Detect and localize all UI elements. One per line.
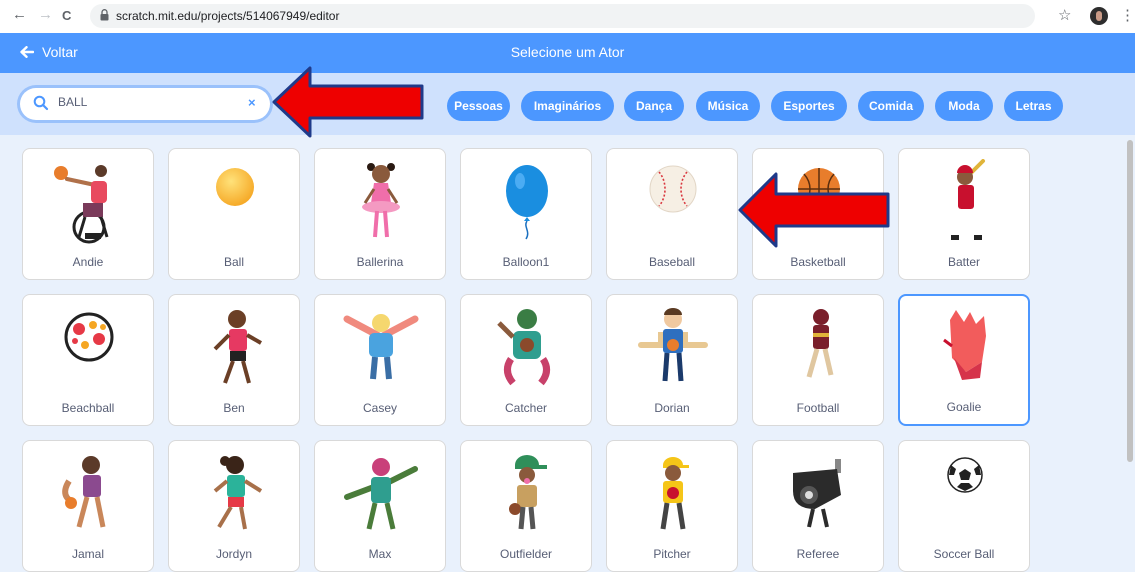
sprite-name: Ball: [223, 255, 244, 269]
sprite-tile-batter[interactable]: Batter: [898, 148, 1030, 280]
category-musica[interactable]: Música: [696, 91, 760, 121]
browser-toolbar: ← → C scratch.mit.edu/projects/514067949…: [0, 0, 1135, 34]
sprite-name: Football: [796, 401, 840, 415]
sprite-name: Pitcher: [653, 547, 691, 561]
sprite-tile-max[interactable]: Max: [314, 440, 446, 572]
sprite-name: Balloon1: [502, 255, 550, 269]
balloon-sprite-image: [506, 165, 548, 240]
sprite-name: Dorian: [654, 401, 690, 415]
sprite-name: Ben: [223, 401, 245, 415]
dorian-sprite-image: [638, 308, 708, 382]
jamal-sprite-image: [62, 456, 106, 528]
sprite-grid: Andie Ball Ballerina Balloon1 Baseball B…: [0, 135, 1135, 572]
sprite-tile-pitcher[interactable]: Pitcher: [606, 440, 738, 572]
sprite-name: Batter: [947, 255, 980, 269]
sprite-name: Referee: [796, 547, 840, 561]
sprite-tile-andie[interactable]: Andie: [22, 148, 154, 280]
address-bar-url: scratch.mit.edu/projects/514067949/edito…: [116, 9, 340, 23]
category-moda[interactable]: Moda: [935, 91, 993, 121]
sprite-tile-jamal[interactable]: Jamal: [22, 440, 154, 572]
profile-avatar[interactable]: [1090, 7, 1108, 25]
search-icon: [33, 95, 49, 111]
beachball-sprite-image: [64, 312, 114, 362]
sprite-tile-beachball[interactable]: Beachball: [22, 294, 154, 426]
batter-sprite-image: [951, 159, 985, 240]
ballerina-sprite-image: [362, 163, 400, 238]
browser-back-button[interactable]: ←: [12, 6, 27, 23]
category-imaginarios[interactable]: Imaginários: [521, 91, 614, 121]
sprite-name: Baseball: [648, 255, 696, 269]
category-pessoas[interactable]: Pessoas: [447, 91, 510, 121]
catcher-sprite-image: [497, 309, 550, 386]
page-title: Selecione um Ator: [510, 44, 625, 60]
sprite-tile-goalie[interactable]: Goalie: [898, 294, 1030, 426]
sprite-tile-jordyn[interactable]: Jordyn: [168, 440, 300, 572]
sprite-name: Casey: [362, 401, 397, 415]
sprite-name: Outfielder: [499, 547, 553, 561]
sprite-name: Andie: [72, 255, 104, 269]
sprite-tile-basketball[interactable]: Basketball: [752, 148, 884, 280]
address-bar[interactable]: scratch.mit.edu/projects/514067949/edito…: [90, 4, 1035, 28]
sprite-name: Goalie: [946, 400, 982, 414]
referee-sprite-image: [793, 459, 841, 528]
sprite-name: Basketball: [790, 255, 846, 269]
sprite-name: Jamal: [71, 547, 104, 561]
football-sprite-image: [806, 309, 834, 378]
sprite-tile-referee[interactable]: Referee: [752, 440, 884, 572]
sprite-name: Soccer Ball: [933, 547, 995, 561]
sprite-tile-ben[interactable]: Ben: [168, 294, 300, 426]
sprite-tile-balloon1[interactable]: Balloon1: [460, 148, 592, 280]
soccer-ball-sprite-image: [947, 457, 983, 493]
sprite-name: Max: [368, 547, 392, 561]
browser-reload-button[interactable]: C: [62, 8, 71, 23]
browser-menu-button[interactable]: ⋮: [1120, 6, 1135, 24]
sprite-name: Ballerina: [356, 255, 404, 269]
category-comida[interactable]: Comida: [858, 91, 924, 121]
lock-icon: [100, 9, 109, 21]
andie-sprite-image: [54, 165, 109, 244]
jordyn-sprite-image: [213, 456, 263, 530]
casey-sprite-image: [343, 314, 419, 380]
category-danca[interactable]: Dança: [624, 91, 684, 121]
sprite-name: Catcher: [504, 401, 548, 415]
basketball-sprite-image: [798, 168, 840, 210]
sprite-tile-ballerina[interactable]: Ballerina: [314, 148, 446, 280]
library-header: Voltar Selecione um Ator: [0, 33, 1135, 73]
sprite-name: Jordyn: [215, 547, 253, 561]
ben-sprite-image: [213, 310, 262, 384]
pitcher-sprite-image: [660, 457, 689, 530]
sprite-tile-baseball[interactable]: Baseball: [606, 148, 738, 280]
sprite-tile-casey[interactable]: Casey: [314, 294, 446, 426]
sprite-name: Beachball: [61, 401, 115, 415]
outfielder-sprite-image: [509, 455, 547, 530]
sprite-tile-dorian[interactable]: Dorian: [606, 294, 738, 426]
category-letras[interactable]: Letras: [1004, 91, 1063, 121]
search-box: ×: [20, 88, 270, 120]
max-sprite-image: [344, 458, 418, 530]
browser-forward-button[interactable]: →: [38, 6, 53, 23]
sprite-tile-catcher[interactable]: Catcher: [460, 294, 592, 426]
sprite-tile-outfielder[interactable]: Outfielder: [460, 440, 592, 572]
category-esportes[interactable]: Esportes: [771, 91, 847, 121]
sprite-tile-soccer-ball[interactable]: Soccer Ball: [898, 440, 1030, 572]
baseball-sprite-image: [649, 165, 697, 213]
ball-sprite-image: [216, 168, 254, 206]
scrollbar[interactable]: [1127, 140, 1133, 462]
sprite-tile-ball[interactable]: Ball: [168, 148, 300, 280]
search-input[interactable]: [58, 95, 248, 109]
bookmark-star-icon[interactable]: ☆: [1058, 6, 1071, 24]
sprite-tile-football[interactable]: Football: [752, 294, 884, 426]
goalie-sprite-image: [943, 310, 986, 380]
clear-search-icon[interactable]: ×: [248, 95, 256, 110]
